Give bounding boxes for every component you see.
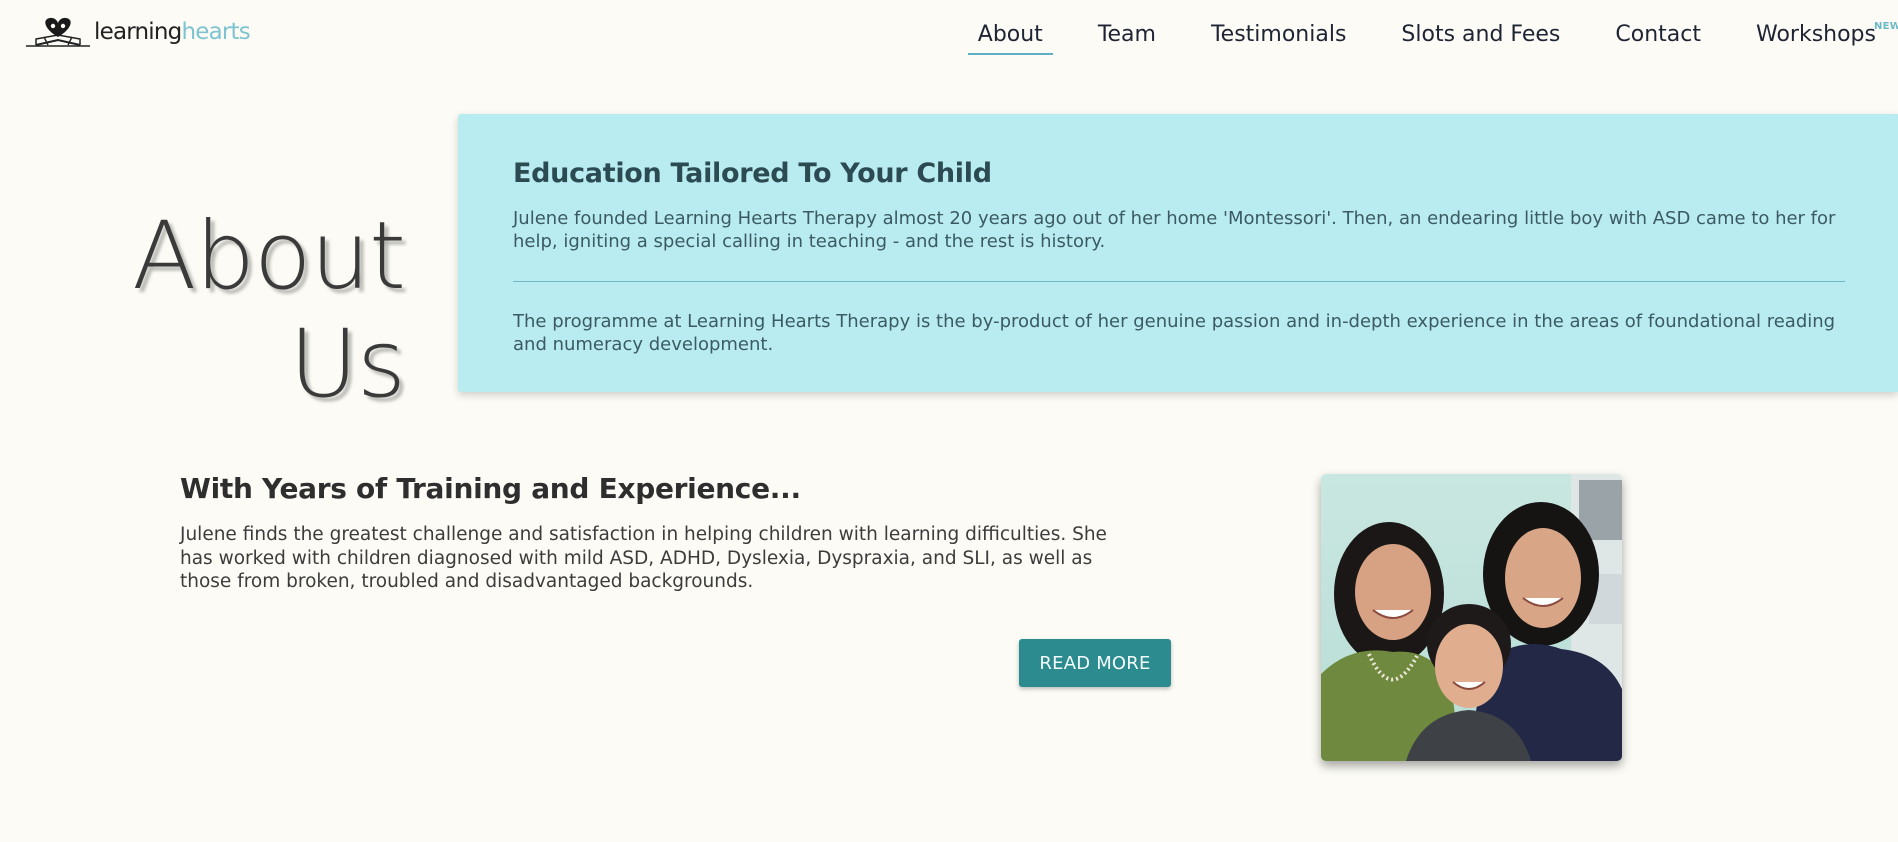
divider — [513, 281, 1845, 282]
nav-testimonials[interactable]: Testimonials — [1201, 22, 1356, 47]
page-title-line2: Us — [289, 309, 406, 419]
read-more-button[interactable]: READ MORE — [1019, 639, 1171, 687]
training-paragraph: Julene finds the greatest challenge and … — [180, 524, 1107, 592]
logo-word-learning: learning — [94, 18, 182, 45]
page-title-line1: About — [132, 201, 406, 311]
nav-contact[interactable]: Contact — [1605, 22, 1711, 47]
nav-workshops-label: Workshops — [1755, 21, 1876, 47]
logo-word-hearts: hearts — [181, 18, 250, 45]
heart-book-icon — [26, 17, 90, 47]
main-nav: About Team Testimonials Slots and Fees C… — [967, 18, 1898, 55]
page-title: About Us — [100, 201, 406, 419]
founder-family-photo — [1321, 474, 1622, 761]
nav-about[interactable]: About — [967, 22, 1053, 55]
logo-wordmark: learninghearts — [94, 18, 251, 45]
site-header: learninghearts About Team Testimonials S… — [0, 0, 1898, 70]
intro-heading: Education Tailored To Your Child — [513, 158, 992, 189]
site-logo[interactable]: learninghearts — [26, 14, 251, 50]
new-badge: NEW! — [1874, 20, 1898, 32]
nav-team[interactable]: Team — [1088, 22, 1166, 47]
training-heading: With Years of Training and Experience... — [180, 472, 801, 505]
nav-slots-and-fees[interactable]: Slots and Fees — [1391, 22, 1570, 47]
nav-workshops[interactable]: WorkshopsNEW! — [1746, 21, 1898, 47]
intro-card: Education Tailored To Your Child Julene … — [458, 114, 1898, 392]
intro-paragraph-1: Julene founded Learning Hearts Therapy a… — [513, 208, 1836, 252]
intro-paragraph-2: The programme at Learning Hearts Therapy… — [513, 311, 1836, 355]
